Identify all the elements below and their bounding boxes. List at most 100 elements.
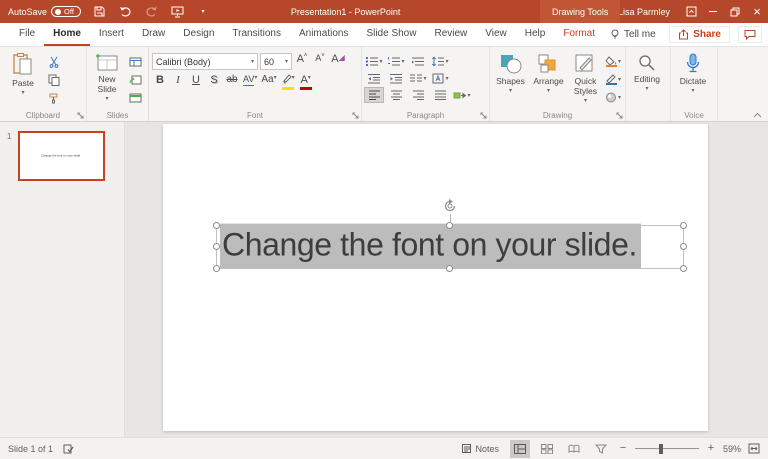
autosave-toggle[interactable]: AutoSave Off	[8, 6, 82, 17]
start-from-beginning-button[interactable]	[169, 6, 185, 18]
resize-handle-middle-left[interactable]	[213, 243, 220, 250]
slide-surface[interactable]: Change the font on your slide.	[163, 124, 708, 431]
shape-fill-icon	[605, 56, 617, 67]
tab-help[interactable]: Help	[516, 23, 555, 46]
undo-button[interactable]	[117, 6, 133, 17]
slide-sorter-view-button[interactable]	[537, 440, 557, 458]
spell-check-button[interactable]	[63, 443, 74, 454]
resize-handle-bottom-right[interactable]	[680, 265, 687, 272]
comments-button[interactable]	[738, 26, 762, 43]
arrange-button[interactable]: Arrange ▾	[530, 50, 567, 108]
clipboard-dialog-launcher[interactable]	[77, 112, 84, 119]
shapes-button[interactable]: Shapes ▾	[493, 50, 528, 108]
restore-button[interactable]	[724, 0, 746, 23]
save-button[interactable]	[91, 6, 107, 17]
text-shadow-button[interactable]: S	[206, 74, 222, 91]
quick-styles-button[interactable]: Quick Styles ▾	[569, 50, 602, 108]
underline-button[interactable]: U	[188, 74, 204, 91]
ribbon-display-options-button[interactable]	[680, 0, 702, 23]
tab-draw[interactable]: Draw	[133, 23, 174, 46]
cut-button[interactable]	[45, 54, 63, 69]
tab-home[interactable]: Home	[44, 23, 90, 46]
align-left-button[interactable]	[364, 87, 384, 103]
list-level-button[interactable]	[409, 54, 427, 68]
zoom-level[interactable]: 59%	[723, 444, 741, 454]
collapse-ribbon-button[interactable]	[753, 112, 762, 118]
slide-thumbnail[interactable]: Change the font on your slide.	[18, 131, 105, 181]
resize-handle-bottom-left[interactable]	[213, 265, 220, 272]
reading-view-button[interactable]	[564, 440, 584, 458]
new-slide-button[interactable]: New Slide ▾	[90, 50, 124, 108]
editing-button[interactable]: Editing ▾	[629, 50, 665, 108]
paste-button[interactable]: Paste ▾	[3, 50, 43, 108]
resize-handle-middle-right[interactable]	[680, 243, 687, 250]
shape-outline-button[interactable]: ▾	[604, 72, 622, 87]
bold-button[interactable]: B	[152, 74, 168, 91]
justify-button[interactable]	[431, 88, 449, 102]
italic-button[interactable]: I	[170, 74, 186, 91]
text-highlight-button[interactable]: ▾	[280, 74, 296, 91]
customize-qat-button[interactable]: ▾	[195, 8, 211, 15]
section-button[interactable]	[126, 90, 144, 105]
layout-button[interactable]	[126, 54, 144, 69]
clear-formatting-button[interactable]: A ◢	[330, 53, 346, 70]
text-box[interactable]: Change the font on your slide.	[213, 199, 687, 272]
zoom-out-button[interactable]: −	[618, 443, 628, 454]
align-right-button[interactable]	[409, 88, 427, 102]
tab-view[interactable]: View	[476, 23, 516, 46]
zoom-in-button[interactable]: +	[706, 443, 716, 454]
numbering-button[interactable]: ▾	[387, 54, 405, 68]
bullets-button[interactable]: ▾	[365, 54, 383, 68]
normal-view-button[interactable]	[509, 439, 530, 458]
resize-handle-top-center[interactable]	[446, 222, 453, 229]
tab-animations[interactable]: Animations	[290, 23, 357, 46]
increase-indent-button[interactable]	[387, 71, 405, 85]
rotate-handle[interactable]	[442, 198, 458, 214]
shape-fill-button[interactable]: ▾	[604, 54, 622, 69]
tab-design[interactable]: Design	[174, 23, 223, 46]
font-name-combo[interactable]: Calibri (Body) ▾	[152, 53, 258, 70]
tell-me-box[interactable]: Tell me	[604, 23, 662, 46]
tab-insert[interactable]: Insert	[90, 23, 133, 46]
font-dialog-launcher[interactable]	[352, 112, 359, 119]
copy-button[interactable]	[45, 72, 63, 87]
slide-text-selected[interactable]: Change the font on your slide.	[220, 223, 641, 269]
tab-transitions[interactable]: Transitions	[223, 23, 290, 46]
tab-format[interactable]: Format	[554, 23, 604, 46]
reset-slide-button[interactable]	[126, 72, 144, 87]
convert-to-smartart-button[interactable]: ▾	[453, 88, 471, 102]
zoom-slider-thumb[interactable]	[659, 443, 664, 454]
close-button[interactable]: ×	[746, 0, 768, 23]
decrease-font-size-button[interactable]: A ˅	[312, 53, 328, 70]
autosave-switch-icon[interactable]: Off	[51, 6, 82, 17]
zoom-slider[interactable]	[634, 443, 699, 454]
slide-show-view-button[interactable]	[591, 440, 611, 458]
shape-effects-button[interactable]: ▾	[604, 90, 622, 105]
change-case-button[interactable]: Aa ▾	[260, 74, 277, 91]
format-painter-button[interactable]	[45, 90, 63, 105]
line-spacing-button[interactable]: ▾	[431, 54, 449, 68]
share-button[interactable]: Share	[669, 26, 730, 43]
minimize-button[interactable]	[702, 0, 724, 23]
drawing-dialog-launcher[interactable]	[616, 112, 623, 119]
align-center-button[interactable]	[387, 88, 405, 102]
columns-button[interactable]: ▾	[409, 71, 427, 85]
tab-review[interactable]: Review	[425, 23, 476, 46]
increase-font-size-button[interactable]: A ˄	[294, 53, 310, 70]
resize-handle-bottom-center[interactable]	[446, 265, 453, 272]
fit-slide-to-window-button[interactable]	[748, 443, 760, 454]
paragraph-dialog-launcher[interactable]	[480, 112, 487, 119]
tab-slide-show[interactable]: Slide Show	[357, 23, 425, 46]
character-spacing-button[interactable]: AV ▾	[242, 74, 258, 91]
text-direction-button[interactable]: ▾	[431, 71, 449, 85]
dictate-button[interactable]: Dictate ▾	[674, 50, 712, 108]
resize-handle-top-right[interactable]	[680, 222, 687, 229]
font-color-button[interactable]: A ▾	[298, 74, 314, 91]
font-size-combo[interactable]: 60 ▾	[260, 53, 292, 70]
redo-button[interactable]	[143, 6, 159, 17]
resize-handle-top-left[interactable]	[213, 222, 220, 229]
strikethrough-button[interactable]: ab	[224, 74, 240, 91]
notes-button[interactable]: Notes	[457, 441, 503, 456]
tab-file[interactable]: File	[10, 23, 44, 46]
decrease-indent-button[interactable]	[365, 71, 383, 85]
